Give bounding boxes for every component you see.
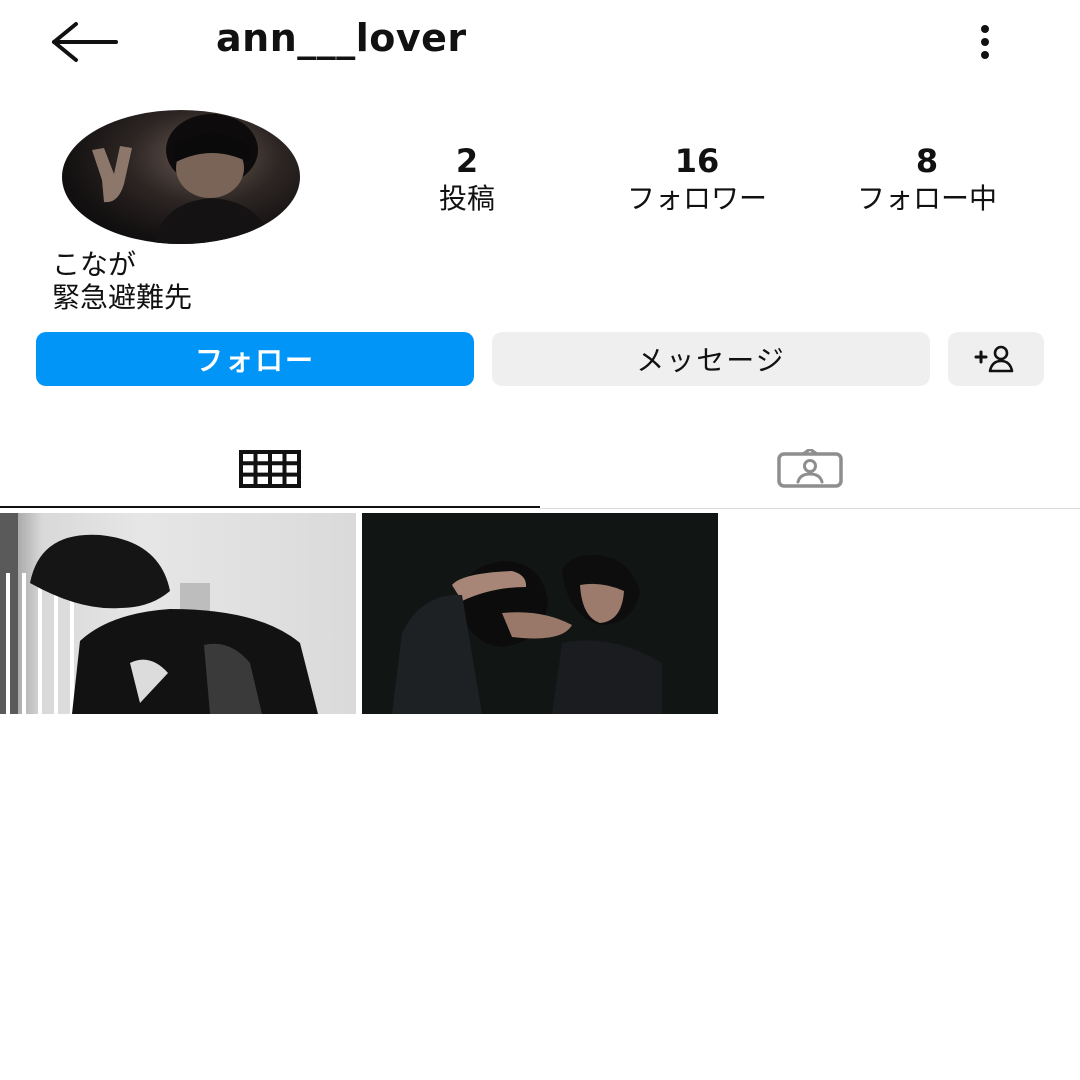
add-person-icon [974, 345, 1014, 373]
follow-button[interactable]: フォロー [36, 332, 474, 386]
active-tab-indicator [0, 506, 540, 508]
followers-count: 16 [674, 142, 720, 180]
stat-posts[interactable]: 2 投稿 [412, 142, 522, 218]
posts-label: 投稿 [438, 182, 495, 215]
post-photo-2 [392, 554, 662, 714]
stat-following[interactable]: 8 フォロー中 [822, 142, 1032, 218]
profile-username: ann___lover [216, 16, 467, 60]
back-button[interactable] [46, 18, 122, 66]
arrow-left-icon [52, 22, 118, 62]
following-label: フォロー中 [856, 182, 997, 215]
following-count: 8 [915, 142, 939, 180]
tab-tagged[interactable] [540, 430, 1080, 508]
tab-posts-grid[interactable] [0, 430, 540, 508]
message-button[interactable]: メッセージ [492, 332, 930, 386]
profile-display-name: こなが [52, 248, 137, 281]
profile-bio: こなが 緊急避難先 [52, 248, 192, 314]
more-vertical-icon [981, 25, 989, 59]
more-options-button[interactable] [968, 20, 1002, 64]
post-thumbnail-1[interactable] [0, 513, 356, 714]
suggested-accounts-button[interactable] [948, 332, 1044, 386]
followers-label: フォロワー [626, 182, 767, 215]
profile-page: ann___lover 2 投稿 16 フォロワー 8 フォロー中 こなが 緊急… [0, 0, 1080, 1080]
post-thumbnail-2[interactable] [362, 513, 718, 714]
post-photo-1 [0, 513, 318, 714]
grid-icon [239, 450, 301, 488]
stat-followers[interactable]: 16 フォロワー [590, 142, 804, 218]
profile-bio-text: 緊急避難先 [52, 281, 193, 314]
profile-avatar[interactable] [62, 110, 300, 244]
tagged-person-icon [777, 449, 843, 488]
posts-count: 2 [455, 142, 479, 180]
tab-divider [540, 508, 1080, 509]
avatar-photo [92, 114, 272, 244]
